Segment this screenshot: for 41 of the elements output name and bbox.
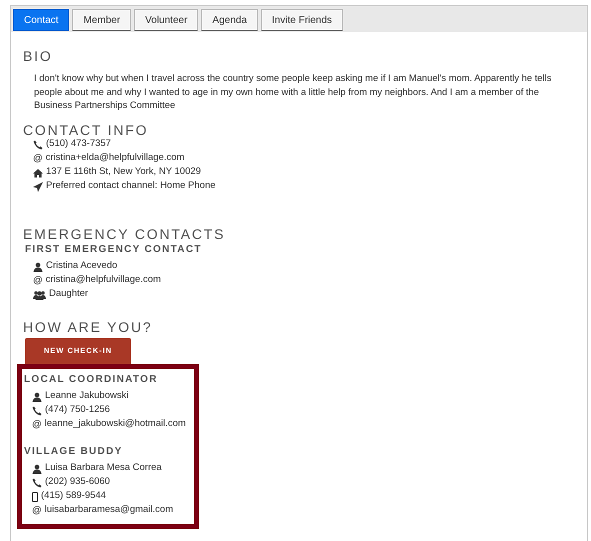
tab[interactable]: Agenda	[201, 9, 258, 31]
phone-icon	[32, 406, 42, 416]
user-icon	[32, 464, 42, 474]
contact-detail: Cristina Acevedo	[46, 259, 118, 274]
user-icon	[32, 392, 42, 402]
contact-detail: Preferred contact channel: Home Phone	[46, 179, 216, 194]
at-sign-icon: @	[32, 506, 42, 516]
section-heading: EMERGENCY CONTACTS	[23, 226, 226, 240]
tab[interactable]: Volunteer	[134, 9, 198, 31]
at-sign-icon: @	[33, 154, 43, 164]
tab[interactable]: Contact	[13, 9, 70, 31]
section-heading: BIO	[23, 49, 54, 63]
contact-detail: (474) 750-1256	[45, 403, 110, 418]
section-heading: CONTACT INFO	[23, 122, 150, 136]
subsection-heading: FIRST EMERGENCY CONTACT	[25, 244, 203, 254]
at-sign-icon: @	[32, 420, 42, 430]
contact-detail: Leanne Jakubowski	[45, 389, 128, 404]
phone-icon	[32, 478, 42, 488]
subsection-heading: LOCAL COORDINATOR	[24, 374, 159, 384]
bio-text: I don't know why but when I travel across the country some people keep asking me if I am Manuel's mom. Apparently he tells people about me and why I wanted to age in my own home with a little help from my neighbors. And I am a member of the Business Partnerships Committee	[34, 71, 552, 112]
subsection-heading: VILLAGE BUDDY	[24, 446, 124, 456]
user-icon	[33, 262, 43, 272]
tab[interactable]: Member	[72, 9, 132, 31]
contact-detail: cristina@helpfulvillage.com	[46, 273, 161, 288]
contact-detail: luisabarbaramesa@gmail.com	[44, 503, 174, 518]
contact-detail: cristina+elda@helpfulvillage.com	[46, 151, 184, 166]
contact-detail: Daughter	[49, 287, 88, 302]
phone-icon	[33, 140, 43, 150]
mobile-icon	[32, 492, 38, 502]
group-icon	[33, 290, 46, 300]
contact-detail: (415) 589-9544	[41, 489, 106, 504]
home-icon	[33, 168, 43, 178]
at-sign-icon: @	[33, 276, 43, 286]
contact-detail: Luisa Barbara Mesa Correa	[45, 461, 162, 476]
contact-detail: (202) 935-6060	[45, 475, 110, 490]
contact-detail: 137 E 116th St, New York, NY 10029	[46, 165, 201, 180]
tab[interactable]: Invite Friends	[260, 9, 343, 31]
section-heading: HOW ARE YOU?	[23, 320, 154, 334]
contact-detail: leanne_jakubowski@hotmail.com	[44, 417, 186, 432]
contact-detail: (510) 473-7357	[46, 137, 111, 152]
send-icon	[33, 182, 43, 192]
